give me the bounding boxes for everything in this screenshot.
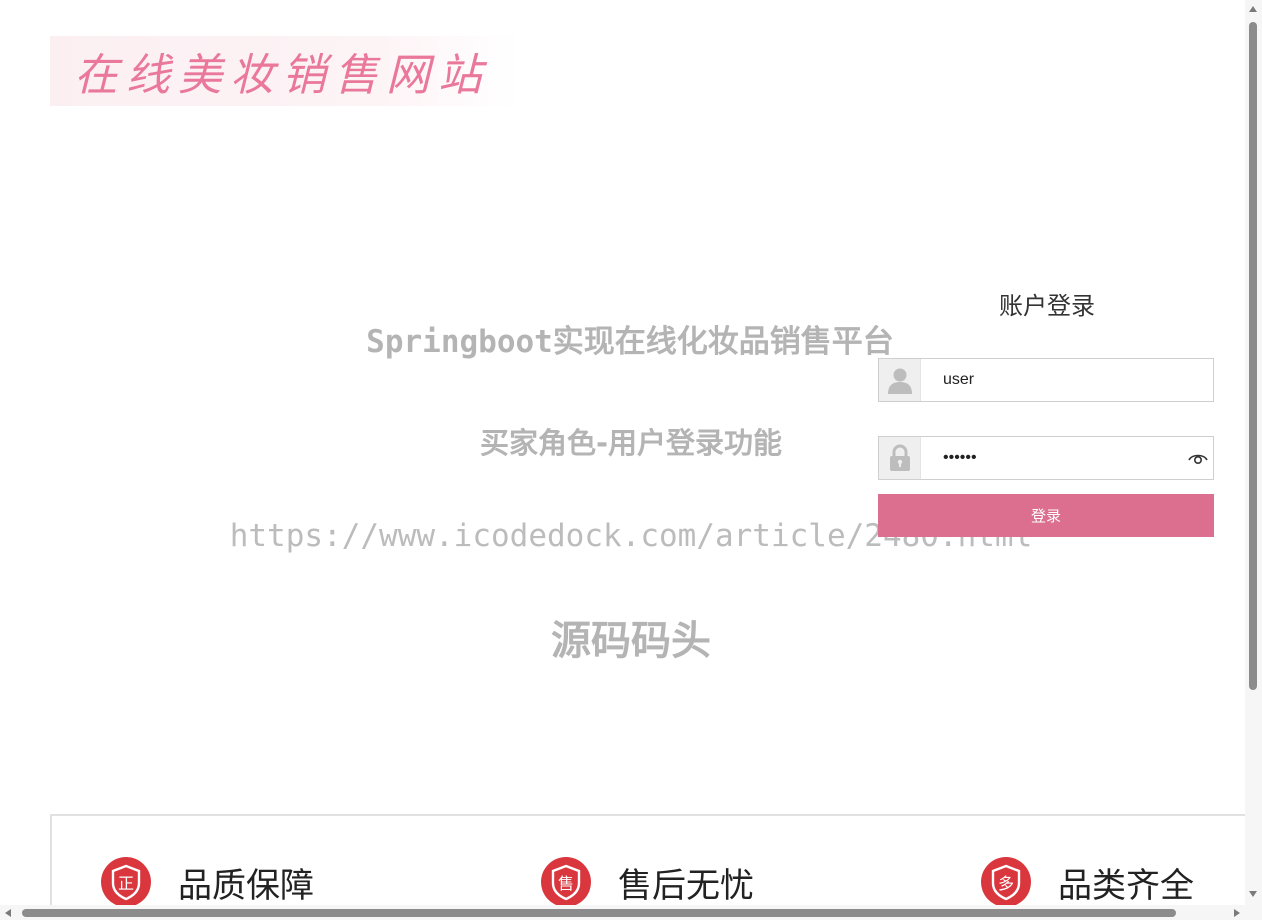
aftersale-badge-glyph: 售	[558, 874, 574, 893]
scroll-up-arrow-icon[interactable]	[1249, 6, 1257, 12]
site-logo[interactable]: 在线美妆销售网站	[50, 36, 520, 106]
feature-aftersale: 售 售后无忧	[540, 856, 754, 908]
feature-quality-label: 品质保障	[178, 865, 314, 906]
login-panel: 账户登录 登录	[878, 288, 1214, 537]
variety-badge-glyph: 多	[998, 874, 1014, 893]
quality-badge-icon: 正	[101, 857, 151, 907]
feature-variety: 多 品类齐全	[980, 856, 1194, 908]
scroll-right-arrow-icon[interactable]	[1234, 909, 1240, 917]
site-logo-text: 在线美妆销售网站	[74, 50, 490, 101]
user-icon	[879, 359, 921, 401]
username-field	[878, 358, 1214, 402]
feature-aftersale-label: 售后无忧	[618, 865, 754, 906]
username-input[interactable]	[921, 360, 1213, 400]
password-input[interactable]	[921, 438, 1183, 478]
scroll-left-arrow-icon[interactable]	[5, 909, 11, 917]
login-title: 账户登录	[999, 292, 1095, 320]
show-password-eye-icon[interactable]	[1183, 438, 1213, 478]
variety-badge-icon: 多	[981, 857, 1031, 907]
scroll-down-arrow-icon[interactable]	[1249, 891, 1257, 897]
horizontal-scrollbar[interactable]	[0, 905, 1262, 920]
watermark-brand: 源码码头	[551, 618, 711, 664]
vertical-scroll-thumb[interactable]	[1249, 22, 1257, 690]
aftersale-badge-icon: 售	[541, 857, 591, 907]
feature-quality: 正 品质保障	[100, 856, 314, 908]
lock-icon	[879, 437, 921, 479]
password-field	[878, 436, 1214, 480]
horizontal-scroll-thumb[interactable]	[22, 909, 1176, 917]
login-button[interactable]: 登录	[878, 494, 1214, 537]
feature-variety-label: 品类齐全	[1058, 865, 1194, 906]
vertical-scrollbar[interactable]	[1245, 0, 1262, 905]
quality-badge-glyph: 正	[118, 874, 134, 893]
